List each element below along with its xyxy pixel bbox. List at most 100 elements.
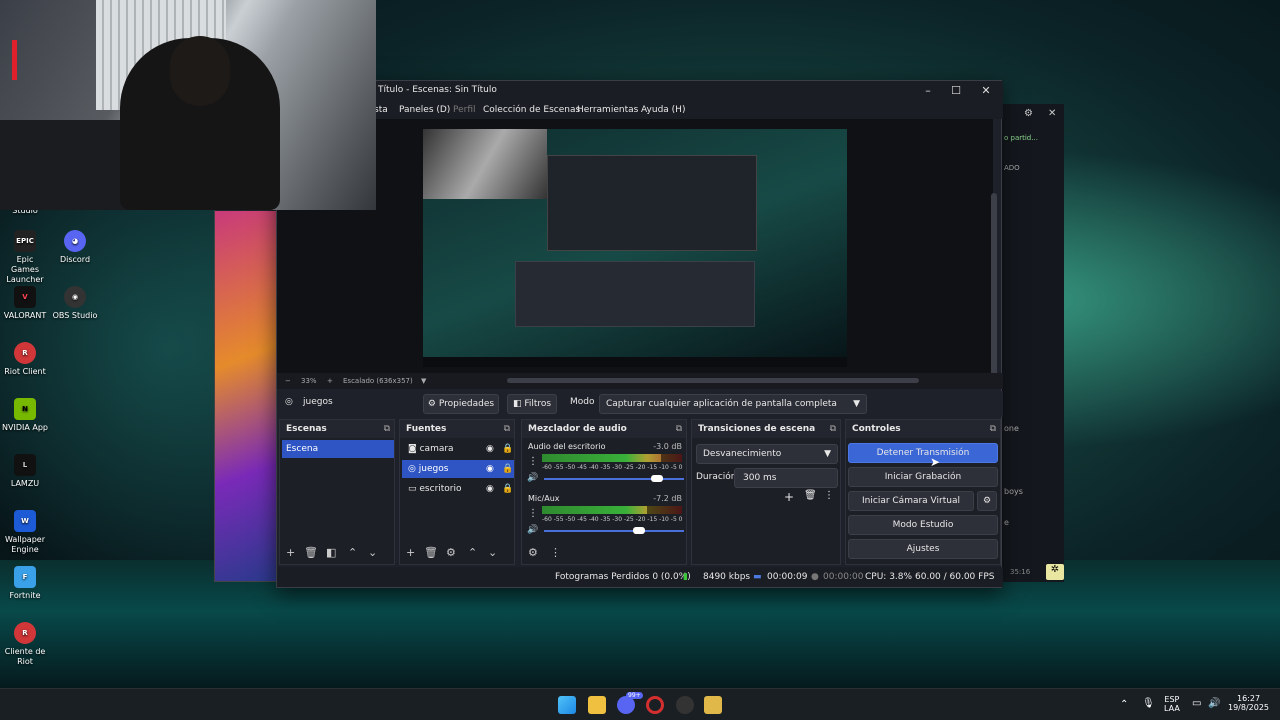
menu-item-edit[interactable]: sta [374,105,388,115]
menu-item-ayuda[interactable]: Ayuda (H) [641,105,685,115]
desktop-icon-wallpaper-engine[interactable]: W Wallpaper Engine [2,510,48,555]
close-icon[interactable]: ✕ [975,83,997,99]
fortnite-icon: F [14,566,36,588]
add-transition-icon[interactable]: + [784,490,794,504]
desktop-icon-lamzu[interactable]: L LAMZU [2,454,48,489]
mode-label: Modo [570,397,595,407]
transitions-title: Transiciones de escena [698,424,816,434]
move-down-icon[interactable]: ⌄ [368,546,377,559]
move-up-icon[interactable]: ⌃ [348,546,357,559]
transitions-dock: Transiciones de escena ⧉ Desvanecimiento ▼… [691,419,841,565]
filters-button[interactable]: ◧ Filtros [507,394,557,414]
remove-source-icon[interactable]: 🗑 [424,546,438,559]
dropped-frames: Fotogramas Perdidos 0 (0.0%) [555,572,691,582]
dock-menu-icon[interactable]: ⧉ [384,420,390,438]
channel-menu-icon[interactable]: ⋮ [528,456,538,467]
move-down-icon[interactable]: ⌄ [488,546,497,559]
scene-item[interactable]: Escena [282,440,394,458]
desktop-icon-valorant[interactable]: V VALORANT [2,286,48,321]
volume-icon[interactable]: 🔊 [1208,698,1220,709]
desktop-icon-nvidia[interactable]: N NVIDIA App [2,398,48,433]
source-item[interactable]: ◙ camara ◉ 🔒 [402,440,514,458]
add-scene-icon[interactable]: + [286,546,295,559]
horizontal-scrollbar[interactable] [507,378,919,383]
scale-dropdown-icon[interactable]: ▼ [421,377,426,385]
lamzu-icon: L [14,454,36,476]
settings-button[interactable]: Ajustes [848,539,998,559]
dock-menu-icon[interactable]: ⧉ [504,420,510,438]
eye-icon[interactable]: ◉ [486,440,494,458]
advanced-audio-icon[interactable]: ⚙ [528,546,538,559]
window-title: Título - Escenas: Sin Título [378,85,497,95]
maximize-icon[interactable]: ☐ [945,83,967,99]
lock-icon[interactable]: 🔒 [502,440,513,458]
settings-icon[interactable]: ⚙ [1024,108,1033,119]
source-item-selected[interactable]: ◎ juegos ◉ 🔒 [402,460,514,478]
move-up-icon[interactable]: ⌃ [468,546,477,559]
start-virtual-camera-button[interactable]: Iniciar Cámara Virtual [848,491,974,511]
minimize-icon[interactable]: – [917,83,939,99]
menu-item-paneles[interactable]: Paneles (D) [399,105,450,115]
volume-slider[interactable] [544,530,684,532]
desktop-icon-obs[interactable]: ◉ OBS Studio [52,286,98,321]
desktop-icon-epic[interactable]: EPIC Epic Games Launcher [2,230,48,285]
fps: 60.00 / 60.00 FPS [915,572,995,582]
menu-item-herramientas[interactable]: Herramientas [577,105,638,115]
clock[interactable]: 16:27 19/8/2025 [1228,694,1269,712]
chevron-up-icon[interactable]: ⌃ [1120,699,1128,710]
transition-select[interactable]: Desvanecimiento ▼ [696,444,838,464]
eye-icon[interactable]: ◉ [486,460,494,478]
menu-item-perfil[interactable]: Perfil [453,105,476,115]
volume-slider-handle[interactable] [651,475,663,482]
network-icon[interactable]: ▭ [1192,698,1201,709]
file-explorer-icon[interactable] [588,696,606,714]
dock-menu-icon[interactable]: ⧉ [990,420,996,438]
menu-item-coleccion[interactable]: Colección de Escenas [483,105,580,115]
zoom-out-icon[interactable]: − [285,377,291,385]
desktop-icon-cliente-riot[interactable]: R Cliente de Riot [2,622,48,667]
channel-menu-icon[interactable]: ⋮ [528,508,538,519]
start-icon[interactable] [558,696,576,714]
lock-icon[interactable]: 🔒 [502,460,513,478]
opera-icon[interactable] [646,696,664,714]
volume-slider-handle[interactable] [633,527,645,534]
source-properties-icon[interactable]: ⚙ [446,546,456,559]
properties-button[interactable]: ⚙ Propiedades [423,394,499,414]
start-recording-button[interactable]: Iniciar Grabación [848,467,998,487]
preview-area[interactable] [277,119,997,383]
desktop-icon-discord[interactable]: ◕ Discord [52,230,98,265]
remove-scene-icon[interactable]: 🗑 [304,546,318,559]
bug-icon[interactable]: ✲ [1046,564,1064,580]
desktop-icon-riot[interactable]: R Riot Client [2,342,48,377]
transition-menu-icon[interactable]: ⋮ [824,490,834,501]
mixer-menu-icon[interactable]: ⋮ [550,546,561,559]
vertical-scrollbar[interactable] [991,193,997,383]
studio-mode-button[interactable]: Modo Estudio [848,515,998,535]
desktop-icon-fortnite[interactable]: F Fortnite [2,566,48,601]
microphone-icon[interactable]: 🎙 [1142,698,1155,709]
app-icon[interactable] [704,696,722,714]
source-toolbar: ◎ juegos ⚙ Propiedades ◧ Filtros Modo Ca… [277,391,1003,417]
obs-icon: ◉ [64,286,86,308]
source-item[interactable]: ▭ escritorio ◉ 🔒 [402,480,514,498]
scene-filters-icon[interactable]: ◧ [326,546,336,559]
duration-input[interactable]: 300 ms [734,468,838,488]
gamepad-icon: ◎ [285,397,293,407]
wallpaper-engine-icon: W [14,510,36,532]
volume-slider[interactable] [544,478,684,480]
virtual-camera-settings-icon[interactable]: ⚙ [977,491,997,511]
mode-select[interactable]: Capturar cualquier aplicación de pantall… [599,394,867,414]
eye-icon[interactable]: ◉ [486,480,494,498]
lock-icon[interactable]: 🔒 [502,480,513,498]
close-icon[interactable]: ✕ [1048,108,1056,119]
stop-streaming-button[interactable]: Detener Transmisión [848,443,998,463]
add-source-icon[interactable]: + [406,546,415,559]
obs-icon[interactable] [676,696,694,714]
remove-transition-icon[interactable]: 🗑 [804,490,817,501]
dock-menu-icon[interactable]: ⧉ [830,420,836,438]
speaker-icon[interactable]: 🔊 [527,525,538,535]
language-indicator[interactable]: ESP LAA [1164,695,1180,713]
dock-menu-icon[interactable]: ⧉ [676,420,682,438]
speaker-icon[interactable]: 🔊 [527,473,538,483]
zoom-in-icon[interactable]: + [327,377,333,385]
